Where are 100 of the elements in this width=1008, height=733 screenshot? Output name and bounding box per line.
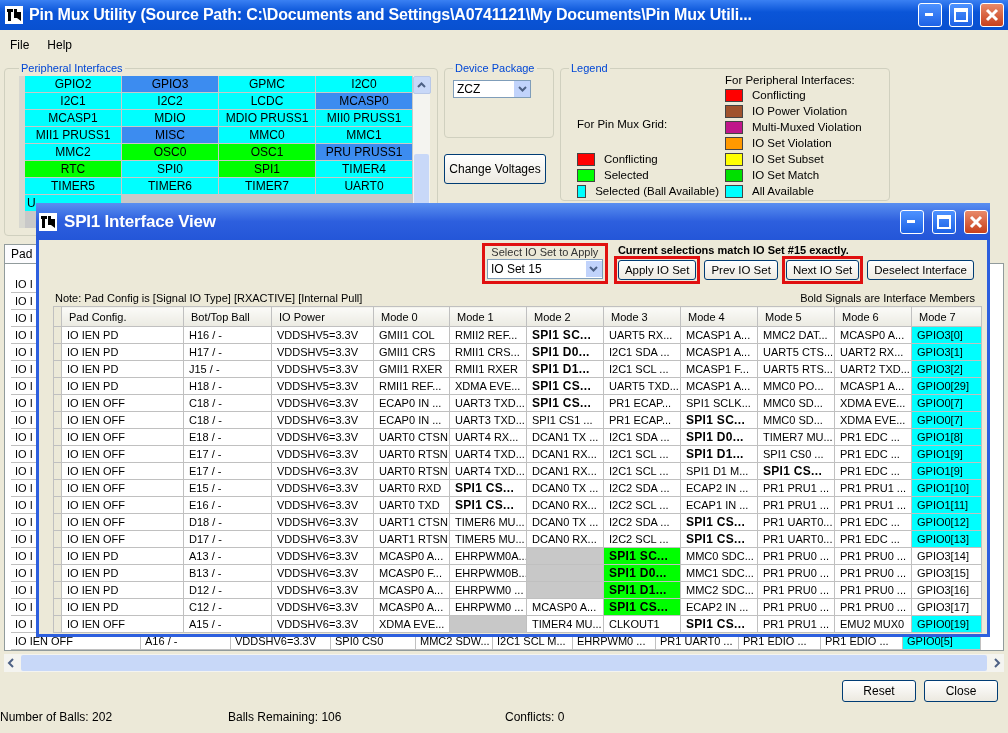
table-cell: IO IEN PD <box>61 598 184 616</box>
table-cell: H17 / - <box>183 343 272 361</box>
table-cell: MMC0 SDC... <box>680 547 758 565</box>
column-header[interactable]: Mode 1 <box>449 306 527 327</box>
table-cell: IO IEN PD <box>61 326 184 344</box>
table-cell: IO IEN OFF <box>61 394 184 412</box>
column-header[interactable]: Mode 2 <box>526 306 604 327</box>
table-cell: UART5 CTS... <box>757 343 835 361</box>
interface-cell[interactable]: TIMER6 <box>122 178 218 194</box>
interface-cell[interactable]: I2C0 <box>316 76 412 92</box>
interface-cell[interactable]: GPMC <box>219 76 315 92</box>
interface-cell[interactable]: LCDC <box>219 93 315 109</box>
interface-cell[interactable]: MMC2 <box>25 144 121 160</box>
table-cell: TIMER7 MU... <box>757 428 835 446</box>
table-cell: IO IEN PD <box>61 377 184 395</box>
action-button[interactable]: Next IO Set <box>785 260 860 280</box>
column-header[interactable]: Mode 0 <box>373 306 450 327</box>
interface-cell[interactable]: GPIO2 <box>25 76 121 92</box>
table-cell: UART4 RX... <box>449 428 527 446</box>
column-header[interactable]: IO Power <box>271 306 374 327</box>
column-header[interactable]: Bot/Top Ball <box>183 306 272 327</box>
dialog-button[interactable]: Reset <box>842 680 916 702</box>
close-icon <box>985 8 999 22</box>
interface-cell[interactable]: I2C2 <box>122 93 218 109</box>
note-text: Note: Pad Config is [Signal IO Type] [RXACTIVE] [Internal Pull] <box>55 292 363 304</box>
interface-cell[interactable]: MISC <box>122 127 218 143</box>
table-cell: EHRPWM0 ... <box>449 581 527 599</box>
maximize-button[interactable] <box>949 3 973 27</box>
horizontal-scrollbar[interactable] <box>4 654 1004 672</box>
action-button[interactable]: Deselect Interface <box>867 260 974 280</box>
interface-cell[interactable]: MDIO PRUSS1 <box>219 110 315 126</box>
table-cell: XDMA EVE... <box>834 394 912 412</box>
table-cell: PR1 EDC ... <box>834 530 912 548</box>
table-cell: B13 / - <box>183 564 272 582</box>
column-header[interactable]: Pad Config. <box>61 306 184 327</box>
interface-cell[interactable]: SPI0 <box>122 161 218 177</box>
column-header[interactable]: Mode 7 <box>911 306 982 327</box>
package-dropdown[interactable]: ZCZ <box>453 80 531 98</box>
table-cell: SPI1 D1... <box>680 445 758 463</box>
menu-item[interactable]: File <box>10 38 30 52</box>
window-title: SPI1 Interface View <box>64 211 217 232</box>
table-cell: SPI1 D0... <box>680 428 758 446</box>
interface-cell[interactable]: MMC0 <box>219 127 315 143</box>
interface-cell[interactable]: TIMER4 <box>316 161 412 177</box>
table-cell: ECAP2 IN ... <box>680 479 758 497</box>
table-cell: SPI1 CS... <box>680 615 758 633</box>
minimize-button[interactable] <box>900 209 924 234</box>
interface-cell[interactable]: MII1 PRUSS1 <box>25 127 121 143</box>
table-cell: C18 / - <box>183 394 272 412</box>
table-cell: VDDSHV6=3.3V <box>271 411 374 429</box>
action-button[interactable]: Apply IO Set <box>617 260 697 280</box>
interface-cell[interactable]: GPIO3 <box>122 76 218 92</box>
table-cell: VDDSHV5=3.3V <box>271 326 374 344</box>
dialog-button[interactable]: Close <box>924 680 998 702</box>
table-cell: GMII1 RXER <box>373 360 450 378</box>
interface-cell[interactable]: UART0 <box>316 178 412 194</box>
io-set-dropdown[interactable]: IO Set 15 <box>486 259 603 279</box>
table-cell: UART3 TXD... <box>449 411 527 429</box>
action-button[interactable]: Prev IO Set <box>704 260 778 280</box>
change-voltages-button[interactable]: Change Voltages <box>444 154 546 184</box>
table-cell: IO IEN OFF <box>61 428 184 446</box>
close-button[interactable] <box>964 209 988 234</box>
table-cell: SPI1 SC... <box>526 326 604 344</box>
interface-cell[interactable]: PRU PRUSS1 <box>316 144 412 160</box>
interface-cell[interactable]: RTC <box>25 161 121 177</box>
column-header[interactable]: Mode 5 <box>757 306 835 327</box>
table-cell: IO IEN OFF <box>61 615 184 633</box>
interface-cell[interactable]: MII0 PRUSS1 <box>316 110 412 126</box>
table-cell: GPIO3[17] <box>911 598 982 616</box>
column-header[interactable]: Mode 4 <box>680 306 758 327</box>
table-cell: ECAP1 IN ... <box>680 496 758 514</box>
column-header[interactable]: Mode 3 <box>603 306 681 327</box>
interface-cell[interactable]: MDIO <box>122 110 218 126</box>
table-cell: UART5 RX... <box>603 326 681 344</box>
close-button[interactable] <box>980 3 1004 27</box>
interface-cell[interactable]: TIMER7 <box>219 178 315 194</box>
table-cell: GPIO3[16] <box>911 581 982 599</box>
table-cell: UART1 CTSN <box>373 513 450 531</box>
legend-label: IO Set Match <box>752 169 820 181</box>
table-cell: MCASP1 A... <box>680 377 758 395</box>
interface-cell[interactable]: TIMER5 <box>25 178 121 194</box>
interface-cell[interactable]: MMC1 <box>316 127 412 143</box>
interface-cell[interactable]: OSC0 <box>122 144 218 160</box>
column-header[interactable]: Mode 6 <box>834 306 912 327</box>
minimize-button[interactable] <box>918 3 942 27</box>
interface-cell[interactable]: I2C1 <box>25 93 121 109</box>
table-cell: SPI1 CS1 ... <box>526 411 604 429</box>
menu-item[interactable]: Help <box>47 38 73 52</box>
table-cell: XDMA EVE... <box>834 411 912 429</box>
table-cell: PR1 EDC ... <box>834 428 912 446</box>
legend-label: Selected <box>604 169 649 181</box>
table-cell: UART0 RTSN <box>373 445 450 463</box>
table-cell: SPI1 D0... <box>526 343 604 361</box>
table-cell: PR1 PRU0 ... <box>757 564 835 582</box>
table-cell: PR1 PRU0 ... <box>757 581 835 599</box>
interface-cell[interactable]: MCASP0 <box>316 93 412 109</box>
interface-cell[interactable]: SPI1 <box>219 161 315 177</box>
interface-cell[interactable]: MCASP1 <box>25 110 121 126</box>
interface-cell[interactable]: OSC1 <box>219 144 315 160</box>
maximize-button[interactable] <box>932 209 956 234</box>
